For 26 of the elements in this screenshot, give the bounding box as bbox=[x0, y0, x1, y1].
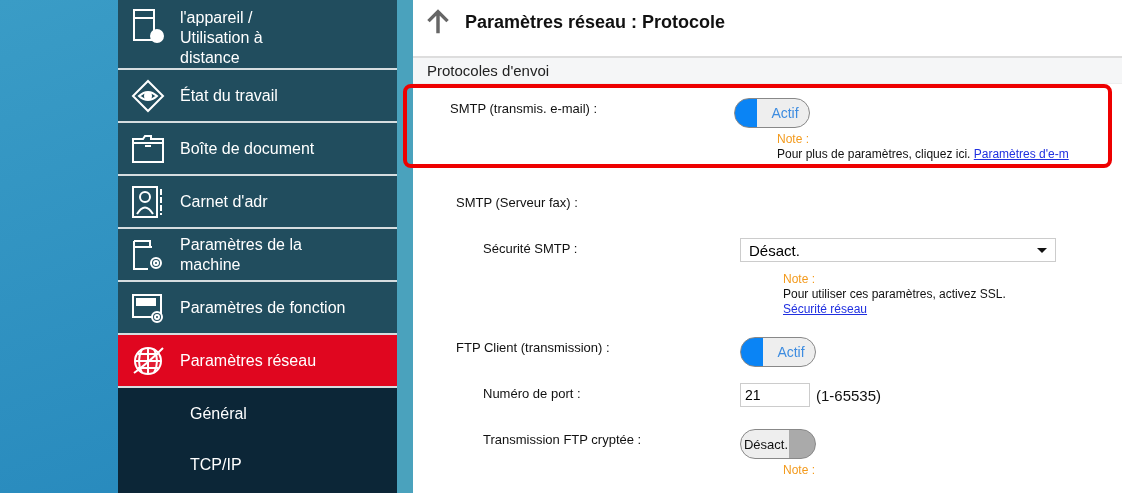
setting-label: SMTP (Serveur fax) : bbox=[455, 194, 579, 210]
port-input[interactable]: 21 bbox=[740, 383, 810, 407]
submenu-item[interactable]: TCP/IP bbox=[118, 439, 397, 490]
submenu-item[interactable]: Général bbox=[118, 388, 397, 439]
note-text: Pour plus de paramètres, cliquez ici. Paramètres d'e-m bbox=[777, 147, 1070, 162]
setting-label: FTP Client (transmission) : bbox=[455, 339, 611, 355]
up-arrow-icon[interactable] bbox=[425, 9, 451, 35]
note-label: Note : bbox=[777, 132, 810, 147]
sidebar-item[interactable]: Paramètres réseau bbox=[118, 335, 397, 388]
settings-link[interactable]: Sécurité réseau bbox=[783, 302, 868, 316]
setting-label: Numéro de port : bbox=[482, 385, 582, 401]
toggle-switch[interactable]: Désact. bbox=[740, 429, 816, 459]
note-label: Note : bbox=[783, 463, 816, 478]
page-title: Paramètres réseau : Protocole bbox=[465, 11, 726, 33]
dropdown[interactable]: Désact. bbox=[740, 238, 1056, 262]
eye-icon bbox=[130, 77, 166, 114]
settings-link[interactable]: Paramètres d'e-m bbox=[973, 147, 1069, 161]
document-info-icon bbox=[130, 8, 166, 44]
caret-icon bbox=[1037, 247, 1047, 253]
setting-label: Sécurité SMTP : bbox=[482, 240, 579, 256]
setting-label: Transmission FTP cryptée : bbox=[482, 431, 643, 447]
range-hint: (1-65535) bbox=[816, 386, 882, 404]
note-text: Pour utiliser ces paramètres, activez SSL. Sécurité réseau bbox=[783, 287, 1007, 317]
setting-label: SMTP (transmis. e-mail) : bbox=[449, 100, 599, 116]
note-label: Note : bbox=[783, 272, 816, 287]
section-title: Protocoles d'envoi bbox=[413, 58, 1122, 84]
